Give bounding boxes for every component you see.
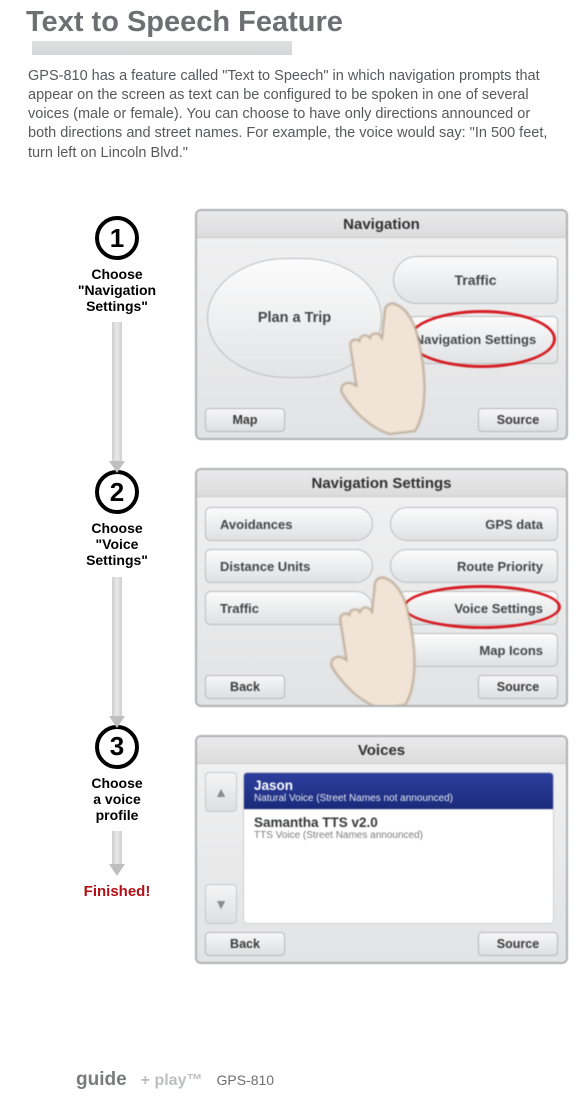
step-1-label: Choose "Navigation Settings" — [62, 266, 172, 314]
step-1-number: 1 — [95, 216, 139, 260]
step-2-label: Choose "Voice Settings" — [62, 520, 172, 568]
step-1-label-line3: Settings" — [86, 298, 148, 314]
source-button[interactable]: Source — [478, 408, 558, 432]
step-2-label-line1: Choose — [91, 520, 142, 536]
map-icons-button[interactable]: Map Icons — [390, 633, 558, 667]
screens-column: Navigation Plan a Trip Traffic Navigatio… — [195, 209, 570, 992]
voice-item[interactable]: Samantha TTS v2.0 TTS Voice (Street Name… — [244, 809, 553, 846]
step-3-label-line2: a voice — [93, 791, 140, 807]
footer-model: GPS-810 — [216, 1072, 274, 1088]
route-priority-button[interactable]: Route Priority — [390, 549, 558, 583]
map-button[interactable]: Map — [205, 408, 285, 432]
footer-guide: guide — [76, 1069, 127, 1091]
scroll-up-button[interactable]: ▲ — [205, 772, 237, 812]
step-3-label-line3: profile — [96, 807, 139, 823]
navset-line2: Settings — [485, 333, 536, 347]
voice-list[interactable]: Jason Natural Voice (Street Names not an… — [243, 772, 554, 924]
distance-units-button[interactable]: Distance Units — [205, 549, 373, 583]
page-title: Text to Speech Feature — [26, 6, 343, 39]
voice-subtitle: TTS Voice (Street Names announced) — [254, 830, 543, 841]
step-3-label: Choose a voice profile — [62, 775, 172, 823]
connector-1 — [112, 322, 122, 462]
scroll-down-button[interactable]: ▼ — [205, 884, 237, 924]
title-bar-decoration — [32, 41, 292, 55]
voice-settings-button[interactable]: Voice Settings — [390, 591, 558, 625]
connector-3 — [112, 831, 122, 865]
footer-play: + play™ — [141, 1072, 203, 1090]
step-3-number: 3 — [95, 725, 139, 769]
screenshot-navigation: Navigation Plan a Trip Traffic Navigatio… — [195, 209, 568, 440]
step-2-label-line2: "Voice — [96, 536, 139, 552]
connector-2 — [112, 577, 122, 717]
intro-paragraph: GPS-810 has a feature called "Text to Sp… — [28, 67, 565, 163]
source-button[interactable]: Source — [478, 932, 558, 956]
back-button[interactable]: Back — [205, 675, 285, 699]
steps-column: 1 Choose "Navigation Settings" 2 Choose … — [62, 216, 172, 900]
screen1-title: Navigation — [197, 211, 566, 238]
step-2-number: 2 — [95, 470, 139, 514]
page-footer: guide + play™ GPS-810 — [76, 1069, 274, 1091]
step-2-label-line3: Settings" — [86, 552, 148, 568]
navigation-settings-button[interactable]: Navigation Settings — [393, 316, 558, 364]
voice-name: Jason — [254, 778, 543, 793]
finished-label: Finished! — [62, 883, 172, 900]
back-button[interactable]: Back — [205, 932, 285, 956]
gps-data-button[interactable]: GPS data — [390, 507, 558, 541]
step-1-label-line2: "Navigation — [78, 282, 156, 298]
voice-name: Samantha TTS v2.0 — [254, 815, 543, 830]
screenshot-voices: Voices ▲ ▼ Jason Natural Voice (Street N… — [195, 735, 568, 964]
step-3-label-line1: Choose — [91, 775, 142, 791]
traffic-button[interactable]: Traffic — [393, 256, 558, 304]
source-button[interactable]: Source — [478, 675, 558, 699]
traffic-settings-button[interactable]: Traffic — [205, 591, 373, 625]
screen2-title: Navigation Settings — [197, 470, 566, 497]
step-1-label-line1: Choose — [91, 266, 142, 282]
screen3-title: Voices — [197, 737, 566, 764]
screenshot-navigation-settings: Navigation Settings Avoidances GPS data … — [195, 468, 568, 707]
navset-line1: Navigation — [415, 333, 481, 347]
voice-item-selected[interactable]: Jason Natural Voice (Street Names not an… — [244, 773, 553, 809]
voice-subtitle: Natural Voice (Street Names not announce… — [254, 793, 543, 804]
plan-a-trip-button[interactable]: Plan a Trip — [207, 258, 382, 378]
avoidances-button[interactable]: Avoidances — [205, 507, 373, 541]
